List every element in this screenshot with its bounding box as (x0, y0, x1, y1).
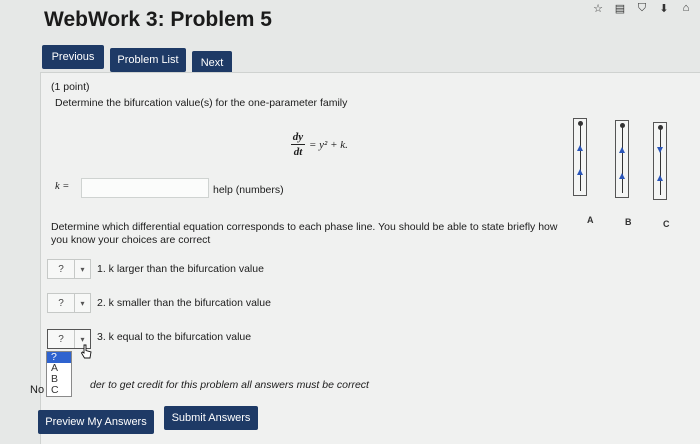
browser-toolbar: ☆ ▤ ⛉ ⬇ ⌂ (592, 2, 692, 15)
select-value: ? (58, 297, 64, 309)
dropdown-option[interactable]: C (47, 385, 71, 396)
note-prefix: No (30, 384, 45, 396)
download-icon[interactable]: ⬇ (658, 2, 670, 15)
select-value: ? (58, 263, 64, 275)
help-link[interactable]: help (numbers) (213, 184, 284, 196)
hand-cursor-icon (80, 344, 92, 359)
question-1-select[interactable]: ? ▾ (47, 259, 91, 279)
phase-line-c (653, 122, 667, 200)
submit-answers-button[interactable]: Submit Answers (164, 406, 258, 430)
question-1-text: 1. k larger than the bifurcation value (97, 263, 264, 275)
eq-rhs: = y² + k. (309, 139, 348, 151)
star-icon[interactable]: ☆ (592, 2, 604, 15)
eq-numerator: dy (292, 131, 304, 143)
phase-line-a (573, 118, 587, 196)
chevron-down-icon[interactable]: ▾ (74, 294, 90, 312)
question-2-select[interactable]: ? ▾ (47, 293, 91, 313)
chevron-down-icon[interactable]: ▾ (74, 260, 90, 278)
select-value: ? (58, 333, 64, 345)
question-2-text: 2. k smaller than the bifurcation value (97, 297, 271, 309)
k-input[interactable] (81, 178, 209, 198)
question-3-dropdown-menu[interactable]: ? A B C (46, 351, 72, 397)
phase-line-b (615, 120, 629, 198)
phase-label-a: A (587, 215, 594, 225)
question-3-text: 3. k equal to the bifurcation value (97, 331, 252, 343)
credit-note: der to get credit for this problem all a… (90, 379, 369, 391)
preview-answers-button[interactable]: Preview My Answers (38, 410, 154, 434)
problem-prompt: Determine the bifurcation value(s) for t… (55, 97, 348, 109)
page-title: WebWork 3: Problem 5 (44, 8, 272, 31)
instruction-line-1: Determine which differential equation co… (51, 221, 558, 233)
points-label: (1 point) (51, 81, 90, 93)
phase-label-b: B (625, 217, 632, 227)
shield-icon[interactable]: ⛉ (636, 2, 648, 15)
differential-equation: dy dt = y² + k. (291, 131, 371, 165)
home-icon[interactable]: ⌂ (680, 2, 692, 15)
problem-list-button[interactable]: Problem List (110, 48, 186, 72)
bookmark-icon[interactable]: ▤ (614, 2, 626, 15)
previous-button[interactable]: Previous (42, 45, 104, 69)
instruction-line-2: you know your choices are correct (51, 234, 211, 246)
k-label: k = (55, 181, 70, 192)
eq-denominator: dt (293, 146, 303, 158)
phase-label-c: C (663, 219, 670, 229)
